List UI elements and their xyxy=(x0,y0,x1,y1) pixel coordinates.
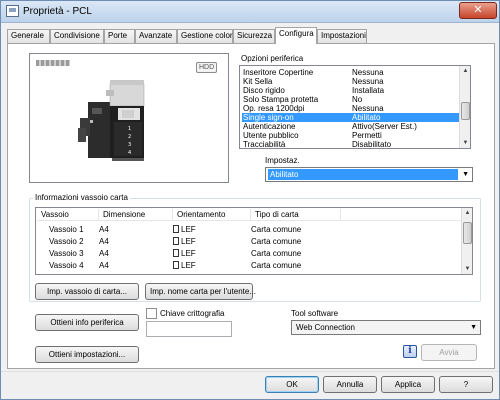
encryption-key-input[interactable] xyxy=(146,321,232,337)
window-title: Proprietà - PCL xyxy=(23,6,92,17)
option-row[interactable]: Op. resa 1200dpi Nessuna xyxy=(242,104,460,113)
tool-select[interactable]: Web Connection ▼ xyxy=(291,320,481,335)
properties-dialog: Proprietà - PCL ✕ Generale Condivisione … xyxy=(0,0,500,400)
options-scrollbar[interactable]: ▲ ▼ xyxy=(459,66,470,148)
tab-configura[interactable]: Configura xyxy=(275,27,317,44)
get-settings-button[interactable]: Ottieni impostazioni... xyxy=(35,346,139,363)
apply-button[interactable]: Applica xyxy=(381,376,435,393)
svg-text:1: 1 xyxy=(128,126,131,132)
scroll-thumb[interactable] xyxy=(461,102,470,120)
svg-text:4: 4 xyxy=(128,150,131,156)
tray-settings-button[interactable]: Imp. vassoio di carta... xyxy=(35,283,139,300)
chevron-down-icon: ▼ xyxy=(462,171,469,178)
svg-text:2: 2 xyxy=(128,134,131,140)
printer-icon xyxy=(6,5,19,17)
run-button[interactable]: Avvia xyxy=(421,344,477,361)
tab-condivisione[interactable]: Condivisione xyxy=(50,29,104,43)
tray-table-header: Vassoio Dimensione Orientamento Tipo di … xyxy=(37,209,460,221)
doc-icon xyxy=(173,225,179,233)
get-device-info-button[interactable]: Ottieni info periferica xyxy=(35,314,139,331)
options-listbox[interactable]: Inseritore Copertine Nessuna Kit Sella Nes… xyxy=(239,65,471,149)
encryption-label[interactable]: Chiave crittografia xyxy=(160,309,224,318)
tab-porte[interactable]: Porte xyxy=(104,29,135,43)
col-header-size[interactable]: Dimensione xyxy=(99,209,173,221)
option-row[interactable]: Tracciabilità Disabilitato xyxy=(242,140,460,148)
setting-select[interactable]: Abilitato ▼ xyxy=(265,167,473,182)
paper-names-button[interactable]: Imp. nome carta per l'utente... xyxy=(145,283,256,300)
tab-impostazioni[interactable]: Impostazioni xyxy=(317,29,367,43)
table-row[interactable]: Vassoio 3 A4 LEF Carta comune xyxy=(37,248,460,260)
option-row-selected[interactable]: Single sign-on Abilitato xyxy=(242,113,460,122)
table-row[interactable]: Vassoio 4 A4 LEF Carta comune xyxy=(37,260,460,272)
table-row[interactable]: Vassoio 2 A4 LEF Carta comune xyxy=(37,236,460,248)
scroll-down-icon[interactable]: ▼ xyxy=(460,138,470,148)
tab-avanzate[interactable]: Avanzate xyxy=(135,29,177,43)
col-header-tray[interactable]: Vassoio xyxy=(37,209,99,221)
title-bar: Proprietà - PCL ✕ xyxy=(1,1,499,23)
printer-preview: HDD 1 2 3 4 xyxy=(29,53,229,183)
option-row[interactable]: Solo Stampa protetta No xyxy=(242,95,460,104)
encryption-checkbox[interactable] xyxy=(146,308,157,319)
table-row[interactable]: Vassoio 1 A4 LEF Carta comune xyxy=(37,224,460,236)
chevron-down-icon: ▼ xyxy=(470,324,477,331)
setting-value: Abilitato xyxy=(268,169,458,180)
footer-divider xyxy=(1,371,499,372)
scroll-up-icon[interactable]: ▲ xyxy=(460,66,470,76)
option-row[interactable]: Kit Sella Nessuna xyxy=(242,77,460,86)
svg-text:3: 3 xyxy=(128,142,131,148)
doc-icon xyxy=(173,261,179,269)
option-row[interactable]: Utente pubblico Permetti xyxy=(242,131,460,140)
help-button[interactable]: ? xyxy=(439,376,493,393)
scroll-down-icon[interactable]: ▼ xyxy=(462,264,472,274)
printer-image: 1 2 3 4 xyxy=(78,80,145,161)
scroll-thumb[interactable] xyxy=(463,222,472,244)
doc-icon xyxy=(173,237,179,245)
info-icon[interactable]: i xyxy=(403,345,417,358)
option-row[interactable]: Disco rigido Installata xyxy=(242,86,460,95)
tool-value: Web Connection xyxy=(296,323,355,332)
option-row[interactable]: Autenticazione Attivo(Server Est.) xyxy=(242,122,460,131)
cancel-button[interactable]: Annulla xyxy=(323,376,377,393)
options-label: Opzioni periferica xyxy=(239,54,306,63)
tab-sicurezza[interactable]: Sicurezza xyxy=(233,29,275,43)
close-button[interactable]: ✕ xyxy=(459,2,497,19)
col-header-type[interactable]: Tipo di carta xyxy=(251,209,341,221)
tray-info-label: Informazioni vassoio carta xyxy=(33,193,130,202)
setting-label: Impostaz. xyxy=(265,156,300,165)
scroll-up-icon[interactable]: ▲ xyxy=(462,208,472,218)
ok-button[interactable]: OK xyxy=(265,376,319,393)
tab-generale[interactable]: Generale xyxy=(7,29,50,43)
col-header-orientation[interactable]: Orientamento xyxy=(173,209,251,221)
doc-icon xyxy=(173,249,179,257)
tab-gestione-colori[interactable]: Gestione colori xyxy=(177,29,234,43)
tray-scrollbar[interactable]: ▲ ▼ xyxy=(461,208,472,274)
tray-table[interactable]: Vassoio Dimensione Orientamento Tipo di … xyxy=(35,207,473,275)
tool-label: Tool software xyxy=(291,309,339,318)
option-row[interactable]: Inseritore Copertine Nessuna xyxy=(242,68,460,77)
